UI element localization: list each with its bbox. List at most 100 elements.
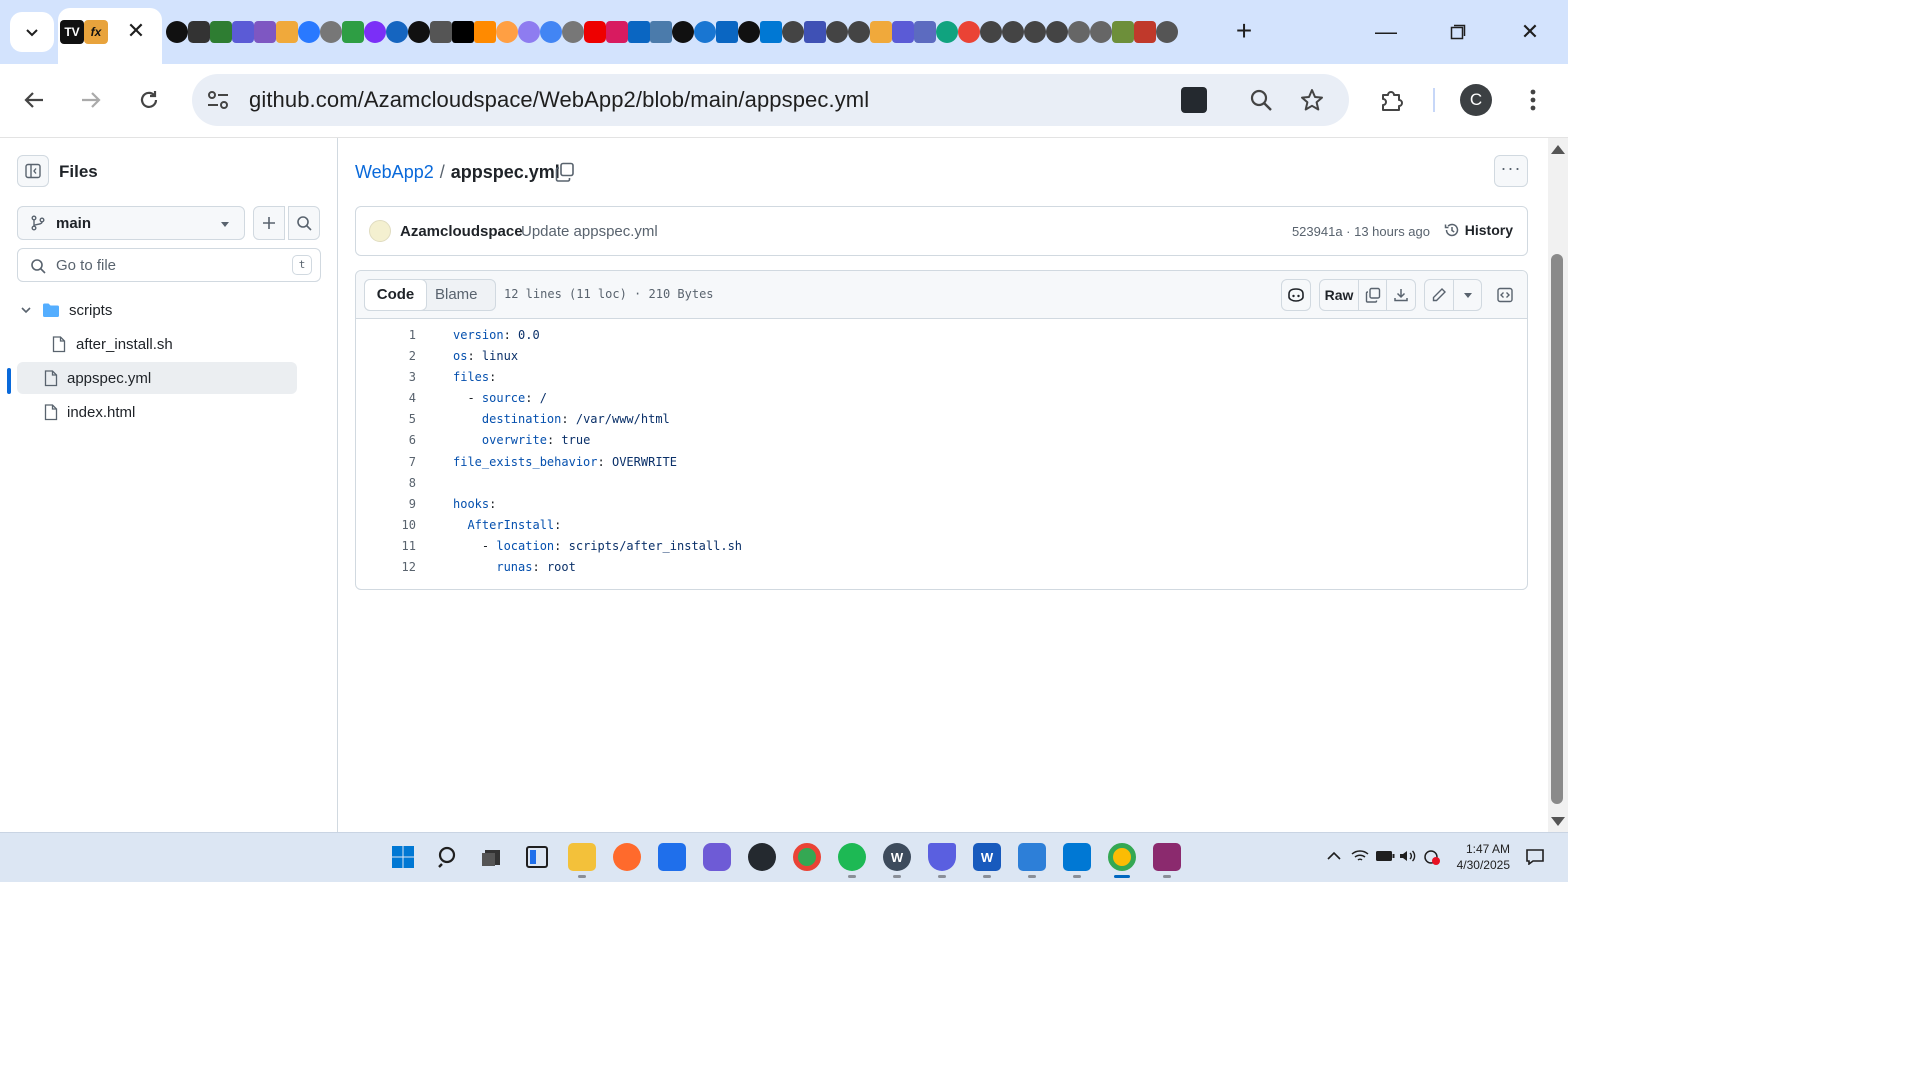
file-explorer-icon[interactable] (568, 843, 596, 871)
line-number[interactable]: 7 (356, 452, 416, 473)
collapse-sidebar-button[interactable] (17, 155, 49, 187)
tab-google2-icon[interactable] (958, 21, 980, 43)
tab-h-icon[interactable] (804, 21, 826, 43)
scroll-down-arrow-icon[interactable] (1551, 817, 1565, 826)
github-desktop-icon[interactable] (748, 843, 776, 871)
tab-b-icon[interactable] (342, 21, 364, 43)
tab-globe-icon[interactable] (320, 21, 342, 43)
word-icon[interactable]: W (973, 843, 1001, 871)
widgets-icon[interactable] (523, 843, 551, 871)
chrome-icon[interactable] (793, 843, 821, 871)
tab-cube-icon[interactable] (496, 21, 518, 43)
battery-icon[interactable] (1375, 849, 1395, 866)
close-tab-icon[interactable]: ✕ (124, 18, 148, 44)
tab-openai2-icon[interactable] (826, 21, 848, 43)
go-to-file-input[interactable]: Go to file t (17, 248, 321, 282)
tab-openai5-icon[interactable] (1002, 21, 1024, 43)
tree-folder-scripts[interactable]: scripts (17, 294, 297, 326)
tab-github3-icon[interactable] (738, 21, 760, 43)
tab-github-icon[interactable] (408, 21, 430, 43)
tab-search-button[interactable] (10, 12, 54, 52)
spotify-icon[interactable] (838, 843, 866, 871)
line-number[interactable]: 6 (356, 430, 416, 451)
start-windows-icon[interactable] (389, 843, 417, 871)
code-view[interactable]: 1 version: 0.0 2 os: linux 3 files: 4 - source… (356, 325, 1527, 578)
tab-code[interactable]: Code (364, 279, 427, 311)
tab-openai9-icon[interactable] (1090, 21, 1112, 43)
code-line[interactable]: 4 - source: / (356, 388, 1527, 409)
tree-file-index[interactable]: index.html (17, 396, 297, 428)
tab-box-icon[interactable] (276, 21, 298, 43)
tab-seven-icon[interactable] (298, 21, 320, 43)
tab-openai4-icon[interactable] (980, 21, 1002, 43)
history-button[interactable]: History (1444, 222, 1513, 238)
scrollbar-thumb[interactable] (1551, 254, 1563, 804)
wordpress-icon[interactable]: W (883, 843, 911, 871)
tab-blame[interactable]: Blame (435, 286, 478, 303)
url-text[interactable]: github.com/Azamcloudspace/WebApp2/blob/m… (249, 87, 869, 113)
microsoft-store-icon[interactable] (658, 843, 686, 871)
back-button[interactable] (16, 82, 52, 118)
vscode-icon[interactable] (1063, 843, 1091, 871)
new-tab-button[interactable]: + (1228, 14, 1260, 50)
zoom-icon[interactable] (1247, 86, 1275, 114)
code-line[interactable]: 6 overwrite: true (356, 430, 1527, 451)
copy-raw-button[interactable] (1358, 279, 1387, 311)
notifications-icon[interactable] (1526, 849, 1544, 869)
tab-web-icon[interactable] (914, 21, 936, 43)
line-number[interactable]: 8 (356, 473, 416, 494)
code-line[interactable]: 11 - location: scripts/after_install.sh (356, 536, 1527, 557)
tab-office-icon[interactable] (430, 21, 452, 43)
tab-linkedin3-icon[interactable] (716, 21, 738, 43)
tree-file-appspec[interactable]: appspec.yml (17, 362, 297, 394)
close-window-button[interactable]: ✕ (1510, 14, 1550, 50)
code-line[interactable]: 5 destination: /var/www/html (356, 409, 1527, 430)
reload-button[interactable] (131, 82, 167, 118)
tab-store2-icon[interactable] (892, 21, 914, 43)
tab-ppt-icon[interactable] (606, 21, 628, 43)
add-file-button[interactable] (253, 206, 285, 240)
tab-chatgpt-icon[interactable] (166, 21, 188, 43)
tab-calendar-icon[interactable] (254, 21, 276, 43)
code-line[interactable]: 7 file_exists_behavior: OVERWRITE (356, 452, 1527, 473)
funnel-app-icon[interactable] (928, 843, 956, 871)
tab-store-icon[interactable] (232, 21, 254, 43)
copy-path-icon[interactable] (555, 162, 575, 182)
search-files-button[interactable] (288, 206, 320, 240)
winrar-icon[interactable] (1153, 843, 1181, 871)
tab-youtube-icon[interactable] (584, 21, 606, 43)
tab-medium-icon[interactable] (452, 21, 474, 43)
tab-photo-icon[interactable] (210, 21, 232, 43)
tab-android-icon[interactable] (1112, 21, 1134, 43)
tab-circle-icon[interactable] (694, 21, 716, 43)
tab-openai7-icon[interactable] (1046, 21, 1068, 43)
tab-github2-icon[interactable] (672, 21, 694, 43)
tab-globe2-icon[interactable] (562, 21, 584, 43)
line-number[interactable]: 11 (356, 536, 416, 557)
tab-box2-icon[interactable] (870, 21, 892, 43)
tab-openai6-icon[interactable] (1024, 21, 1046, 43)
tab-linkedin-icon[interactable] (628, 21, 650, 43)
raw-button[interactable]: Raw (1319, 279, 1359, 311)
tab-robot-icon[interactable] (1134, 21, 1156, 43)
tab-cube2-icon[interactable] (518, 21, 540, 43)
tab-gpt-icon[interactable] (936, 21, 958, 43)
taskbar-search-icon[interactable] (434, 843, 462, 871)
tab-favicon-fx-icon[interactable]: fx (84, 20, 108, 44)
tab-aws-icon[interactable] (474, 21, 496, 43)
edit-options-dropdown[interactable] (1453, 279, 1482, 311)
bookmark-star-icon[interactable] (1298, 86, 1326, 114)
code-line[interactable]: 3 files: (356, 367, 1527, 388)
firefox-icon[interactable] (613, 843, 641, 871)
tab-openai-icon[interactable] (782, 21, 804, 43)
line-number[interactable]: 5 (356, 409, 416, 430)
line-number[interactable]: 10 (356, 515, 416, 536)
code-line[interactable]: 9 hooks: (356, 494, 1527, 515)
tab-u-icon[interactable] (364, 21, 386, 43)
extensions-button[interactable] (1374, 82, 1410, 118)
download-button[interactable] (1386, 279, 1416, 311)
line-number[interactable]: 1 (356, 325, 416, 346)
system-clock[interactable]: 1:47 AM 4/30/2025 (1440, 841, 1510, 873)
volume-icon[interactable] (1399, 849, 1417, 867)
m365-icon[interactable] (703, 843, 731, 871)
